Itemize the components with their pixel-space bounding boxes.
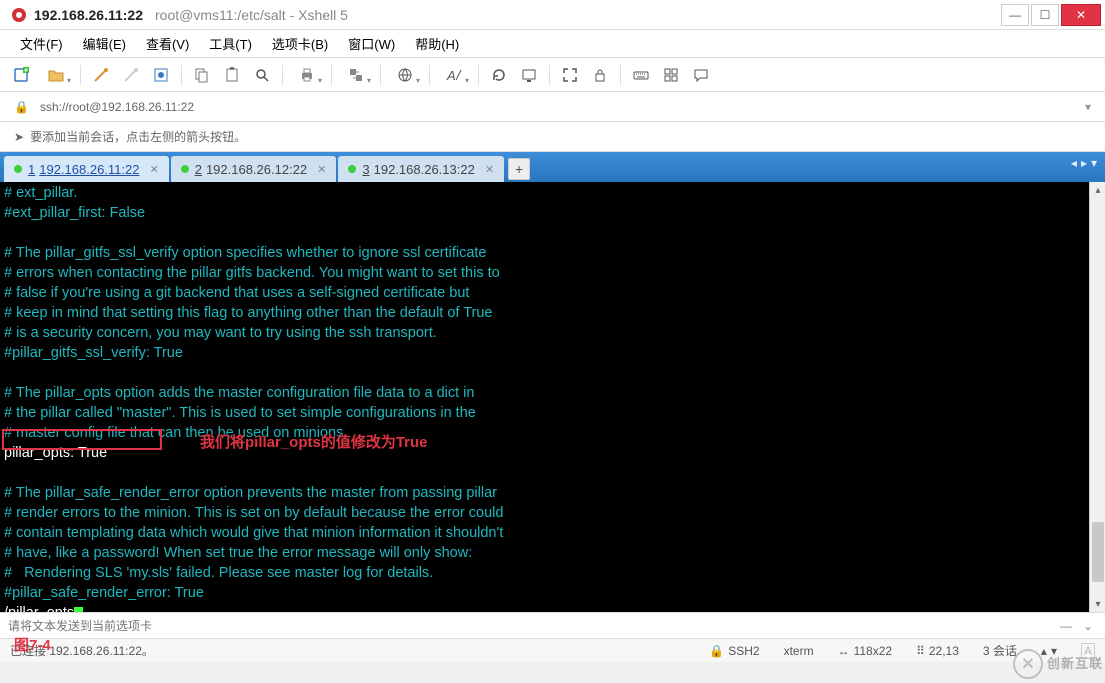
connect-icon[interactable] (87, 62, 115, 88)
chat-icon[interactable] (687, 62, 715, 88)
find-icon[interactable] (248, 62, 276, 88)
watermark-icon: ✕ (1013, 649, 1043, 679)
tab-close-icon[interactable]: ✕ (485, 163, 494, 176)
quick-send-minimize-icon[interactable]: — (1057, 617, 1075, 635)
quick-send-input[interactable] (8, 619, 1053, 633)
scroll-thumb[interactable] (1092, 522, 1104, 582)
lock-small-icon: 🔒 (14, 100, 29, 114)
infobar: ➤ 要添加当前会话，点击左侧的箭头按钮。 (0, 122, 1105, 152)
close-button[interactable]: ✕ (1061, 4, 1101, 26)
properties-icon[interactable] (147, 62, 175, 88)
tab-label: 192.168.26.11:22 (39, 162, 139, 177)
url-dropdown-icon[interactable]: ▾ (1085, 100, 1091, 114)
titlebar: 192.168.26.11:22 root@vms11:/etc/salt - … (0, 0, 1105, 30)
terminal[interactable]: # ext_pillar. #ext_pillar_first: False #… (0, 182, 1089, 612)
add-tab-button[interactable]: + (508, 158, 530, 180)
watermark-logo: ✕ 创新互联 (1013, 649, 1103, 679)
screen-icon[interactable] (515, 62, 543, 88)
toolbar-separator (549, 65, 550, 85)
size-icon: ↔ (838, 644, 850, 658)
status-dot-icon (348, 165, 356, 173)
font-icon[interactable]: A (436, 62, 472, 88)
status-cursor: 22,13 (929, 644, 959, 658)
maximize-button[interactable]: ☐ (1031, 4, 1059, 26)
paste-icon[interactable] (218, 62, 246, 88)
window-subtitle: root@vms11:/etc/salt - Xshell 5 (155, 7, 999, 23)
session-tab-2[interactable]: 2 192.168.26.12:22 ✕ (171, 156, 337, 182)
url-field[interactable]: ssh://root@192.168.26.11:22 (35, 97, 1085, 117)
open-folder-icon[interactable] (38, 62, 74, 88)
statusbar: 已连接 192.168.26.11:22。 🔒 SSH2 xterm ↔ 118x2… (0, 638, 1105, 662)
lock-status-icon: 🔒 (709, 644, 724, 658)
window-address: 192.168.26.11:22 (34, 7, 143, 23)
menubar: 文件(F) 编辑(E) 查看(V) 工具(T) 选项卡(B) 窗口(W) 帮助(… (0, 30, 1105, 58)
menu-edit[interactable]: 编辑(E) (75, 30, 134, 57)
status-dot-icon (14, 165, 22, 173)
fullscreen-icon[interactable] (556, 62, 584, 88)
new-session-icon[interactable] (8, 62, 36, 88)
toolbar-separator (80, 65, 81, 85)
status-size: 118x22 (854, 644, 892, 658)
grid-icon[interactable] (657, 62, 685, 88)
annotation-text: 我们将pillar_opts的值修改为True (200, 431, 428, 452)
transfer-icon[interactable] (338, 62, 374, 88)
tab-index: 2 (195, 162, 202, 177)
tab-nav-arrows[interactable]: ◂▸▾ (1069, 156, 1099, 170)
infobar-message: 要添加当前会话，点击左侧的箭头按钮。 (30, 128, 246, 145)
menu-help[interactable]: 帮助(H) (407, 30, 467, 57)
status-sessions: 3 会话 (983, 642, 1017, 659)
cursor-icon: ⠿ (916, 644, 925, 658)
session-tab-1[interactable]: 1 192.168.26.11:22 ✕ (4, 156, 169, 182)
menu-tabs[interactable]: 选项卡(B) (264, 30, 336, 57)
quick-send-expand-icon[interactable]: ⌄ (1079, 617, 1097, 635)
tab-index: 3 (362, 162, 369, 177)
app-logo-icon (10, 6, 28, 24)
watermark-text: 创新互联 (1047, 657, 1103, 671)
minimize-button[interactable]: — (1001, 4, 1029, 26)
figure-label: 图7-4 (14, 634, 51, 655)
toolbar-separator (478, 65, 479, 85)
status-connected: 已连接 192.168.26.11:22。 (10, 642, 685, 659)
status-dot-icon (181, 165, 189, 173)
terminal-scrollbar[interactable]: ▴ ▾ (1089, 182, 1105, 612)
toolbar-separator (282, 65, 283, 85)
status-proto: SSH2 (728, 644, 759, 658)
quick-send-bar: — ⌄ (0, 612, 1105, 638)
language-icon[interactable] (387, 62, 423, 88)
tab-close-icon[interactable]: ✕ (317, 163, 326, 176)
keyboard-icon[interactable] (627, 62, 655, 88)
menu-file[interactable]: 文件(F) (12, 30, 71, 57)
copy-icon[interactable] (188, 62, 216, 88)
scroll-up-icon[interactable]: ▴ (1090, 182, 1105, 198)
menu-window[interactable]: 窗口(W) (340, 30, 403, 57)
session-tabs: 1 192.168.26.11:22 ✕ 2 192.168.26.12:22 … (0, 152, 1105, 182)
svg-text:A: A (446, 68, 456, 83)
toolbar-separator (429, 65, 430, 85)
session-tab-3[interactable]: 3 192.168.26.13:22 ✕ (338, 156, 504, 182)
session-add-arrow-icon[interactable]: ➤ (14, 130, 24, 144)
toolbar-separator (331, 65, 332, 85)
addressbar: 🔒 ssh://root@192.168.26.11:22 ▾ (0, 92, 1105, 122)
menu-view[interactable]: 查看(V) (138, 30, 197, 57)
toolbar-separator (620, 65, 621, 85)
scroll-down-icon[interactable]: ▾ (1090, 596, 1105, 612)
refresh-icon[interactable] (485, 62, 513, 88)
disconnect-icon[interactable] (117, 62, 145, 88)
terminal-container: # ext_pillar. #ext_pillar_first: False #… (0, 182, 1105, 612)
status-termtype: xterm (784, 644, 814, 658)
toolbar-separator (380, 65, 381, 85)
print-icon[interactable] (289, 62, 325, 88)
tab-close-icon[interactable]: ✕ (149, 163, 158, 176)
tab-label: 192.168.26.13:22 (374, 162, 475, 177)
toolbar-separator (181, 65, 182, 85)
tab-index: 1 (28, 162, 35, 177)
menu-tools[interactable]: 工具(T) (201, 30, 260, 57)
toolbar: A (0, 58, 1105, 92)
tab-label: 192.168.26.12:22 (206, 162, 307, 177)
lock-icon[interactable] (586, 62, 614, 88)
